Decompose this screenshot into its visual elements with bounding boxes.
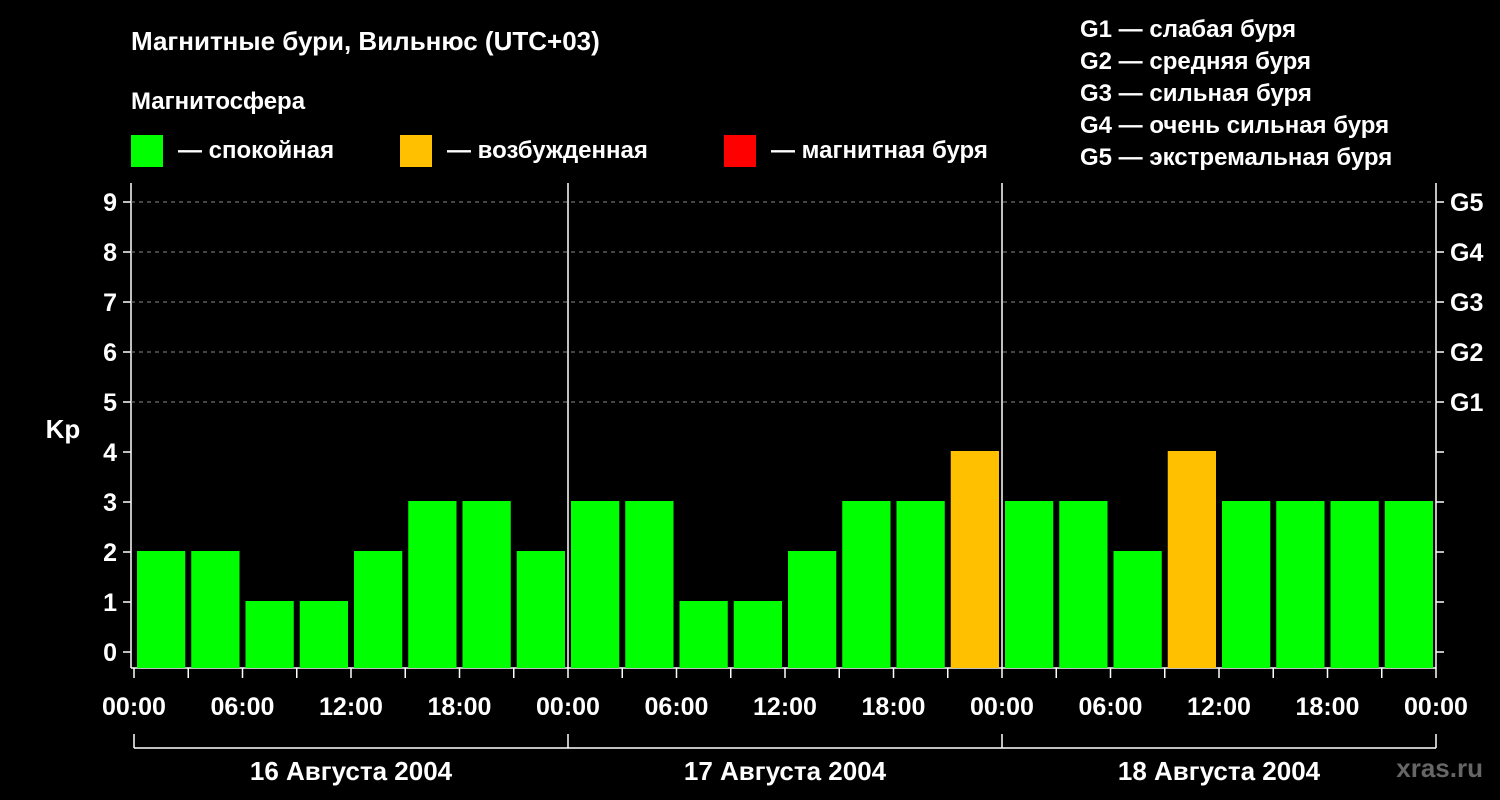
storm-level-item: G5 — экстремальная буря <box>1080 144 1392 171</box>
plot-area: 0 1 2 3 4 5 6 7 8 9 G1 G2 G3 G4 G5 Kp 00:00 06:00 12:00 18:… <box>46 183 1483 786</box>
bar <box>788 551 837 668</box>
bar <box>1330 501 1379 668</box>
x-tick-label: 12:00 <box>319 693 383 721</box>
right-axis-label: G1 <box>1450 389 1483 417</box>
legend-swatch <box>400 135 432 167</box>
bar <box>1005 501 1054 668</box>
bar <box>408 501 457 668</box>
bar <box>516 551 565 668</box>
legend-label: — спокойная <box>178 137 334 164</box>
bar <box>299 601 348 668</box>
storm-level-item: G2 — средняя буря <box>1080 48 1311 75</box>
bar <box>1167 451 1216 668</box>
bar <box>137 551 186 668</box>
bar <box>191 551 240 668</box>
legend-label: — магнитная буря <box>771 137 988 164</box>
chart-title: Магнитные бури, Вильнюс (UTC+03) <box>131 26 600 56</box>
bar <box>1222 501 1271 668</box>
bar <box>842 501 891 668</box>
legend-swatch <box>724 135 756 167</box>
x-tick-label: 18:00 <box>1296 693 1360 721</box>
y-tick-label: 1 <box>103 589 117 617</box>
y-tick-label: 9 <box>103 189 117 217</box>
x-tick-label: 18:00 <box>862 693 926 721</box>
y-tick-label: 5 <box>103 389 117 417</box>
y-tick-label: 0 <box>103 639 117 667</box>
y-tick-label: 3 <box>103 489 117 517</box>
y-tick-label: 2 <box>103 539 117 567</box>
y-tick-label: 8 <box>103 239 117 267</box>
right-axis-label: G4 <box>1450 239 1483 267</box>
day-label: 17 Августа 2004 <box>684 756 887 786</box>
x-tick-label: 00:00 <box>102 693 166 721</box>
storm-level-list: G1 — слабая буря G2 — средняя буря G3 — си… <box>1080 16 1392 171</box>
right-axis-label: G2 <box>1450 339 1483 367</box>
storm-level-item: G3 — сильная буря <box>1080 80 1312 107</box>
bar <box>733 601 782 668</box>
y-axis-label: Kp <box>46 414 81 444</box>
bar <box>1384 501 1433 668</box>
x-tick-label: 00:00 <box>536 693 600 721</box>
legend-label: — возбужденная <box>447 137 648 164</box>
kp-chart: Магнитные бури, Вильнюс (UTC+03) Магнито… <box>46 16 1484 786</box>
x-tick-label: 00:00 <box>970 693 1034 721</box>
bar <box>245 601 294 668</box>
storm-level-item: G1 — слабая буря <box>1080 16 1296 43</box>
bar <box>571 501 620 668</box>
x-tick-label: 06:00 <box>211 693 275 721</box>
y-tick-label: 4 <box>103 439 117 467</box>
bar <box>1276 501 1325 668</box>
day-label: 18 Августа 2004 <box>1118 756 1321 786</box>
day-label: 16 Августа 2004 <box>250 756 453 786</box>
x-tick-label: 06:00 <box>645 693 709 721</box>
legend-swatch <box>131 135 163 167</box>
right-axis-label: G5 <box>1450 189 1483 217</box>
bar <box>462 501 511 668</box>
bar <box>896 501 945 668</box>
x-tick-label: 06:00 <box>1079 693 1143 721</box>
bar <box>1113 551 1162 668</box>
legend: — спокойная — возбужденная — магнитная бур… <box>131 135 988 167</box>
bar <box>354 551 403 668</box>
watermark: xras.ru <box>1396 753 1483 783</box>
x-tick-label: 18:00 <box>428 693 492 721</box>
bar <box>679 601 728 668</box>
x-tick-label: 12:00 <box>1187 693 1251 721</box>
right-axis-label: G3 <box>1450 289 1483 317</box>
x-tick-label: 00:00 <box>1404 693 1468 721</box>
y-tick-label: 6 <box>103 339 117 367</box>
bar <box>1059 501 1108 668</box>
legend-heading: Магнитосфера <box>131 88 306 115</box>
bar <box>625 501 674 668</box>
bar <box>950 451 999 668</box>
y-tick-label: 7 <box>103 289 117 317</box>
x-tick-label: 12:00 <box>753 693 817 721</box>
storm-level-item: G4 — очень сильная буря <box>1080 112 1389 139</box>
